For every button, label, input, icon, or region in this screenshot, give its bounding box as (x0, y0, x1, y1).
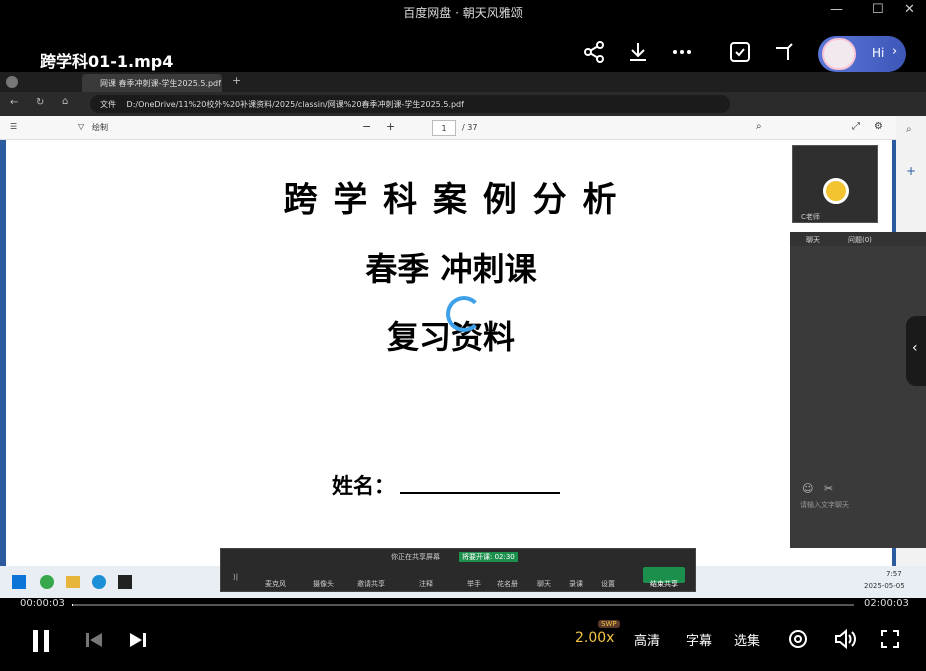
loop-icon[interactable] (788, 629, 808, 649)
clock-time: 7:57 (886, 570, 902, 578)
app-title-bar: 百度网盘 · 朝天风雅颂 — ☐ ✕ (0, 0, 926, 24)
chevron-left-icon: ‹ (912, 340, 918, 356)
doc-heading-1: 跨 学 科 案 例 分 析 (283, 180, 619, 220)
sidebar-add-icon[interactable]: + (906, 164, 916, 178)
ie-icon[interactable] (40, 575, 54, 589)
elapsed-time: 00:00:03 (20, 598, 65, 609)
name-underline (400, 492, 560, 494)
name-label: 姓名： (332, 474, 395, 498)
toolbar-share[interactable]: 邀请共享 (357, 579, 385, 589)
close-icon[interactable]: ✕ (904, 2, 915, 17)
progress-fill (72, 604, 73, 606)
chat-panel: 聊天 问题(0) ☺ ✂ 请输入文字聊天 (790, 232, 926, 548)
pause-icon[interactable] (30, 628, 52, 654)
fullscreen-icon[interactable] (880, 629, 900, 649)
profile-icon (6, 76, 18, 88)
url-field[interactable]: 文件 D:/OneDrive/11%20校外%20补课资料/2025/class… (90, 95, 730, 113)
home-icon[interactable]: ⌂ (62, 96, 68, 107)
end-share-label: 结束共享 (650, 580, 678, 588)
sidebar-search-icon[interactable]: ⌕ (906, 124, 912, 135)
search-icon[interactable]: ⌕ (756, 121, 762, 132)
player-header: 跨学科01-1.mp4 Hi › (0, 24, 926, 72)
window-title: 百度网盘 · 朝天风雅颂 (403, 6, 523, 20)
progress-row: 00:00:03 02:00:03 (0, 598, 926, 612)
toolbar-camera[interactable]: 摄像头 (313, 579, 334, 589)
emoji-icon[interactable]: ☺ (802, 482, 813, 495)
fullscreen-pdf-icon[interactable]: ⤢ (852, 121, 860, 132)
player-controls: SWP 2.00x 高清 字幕 选集 (0, 612, 926, 671)
maximize-icon[interactable]: ☐ (872, 2, 884, 17)
browser-tab-bar: 网课 春季冲刺课-学生2025.5.pdf + (0, 72, 926, 92)
chat-input[interactable]: 请输入文字聊天 (800, 500, 849, 510)
folder-icon[interactable] (66, 576, 80, 588)
zoom-out-icon[interactable]: − (362, 120, 371, 133)
url-prefix: 文件 (100, 100, 116, 109)
share-icon[interactable] (582, 40, 606, 64)
page-total: / 37 (462, 123, 478, 132)
quality-button[interactable]: 高清 (634, 630, 660, 649)
teacher-avatar (823, 178, 849, 204)
side-panel-toggle[interactable]: ‹ (906, 316, 926, 386)
clock-date: 2025-05-05 (864, 582, 905, 590)
more-icon[interactable] (670, 40, 694, 64)
screen-share-bar: 你正在共享屏幕 将要开课: 02:30 ⟩| 麦克风 摄像头 邀请共享 注释 举… (220, 548, 696, 592)
minimize-icon[interactable]: — (830, 2, 843, 17)
end-share-button[interactable]: 结束共享 (643, 567, 685, 588)
new-tab-icon[interactable]: + (232, 74, 241, 87)
ai-assistant-button[interactable]: Hi › (818, 36, 906, 72)
draw-label[interactable]: 绘制 (92, 122, 108, 133)
volume-icon[interactable] (834, 629, 856, 649)
next-icon[interactable] (128, 631, 148, 649)
teacher-name: C老师 (801, 213, 820, 221)
browser-tab[interactable]: 网课 春季冲刺课-学生2025.5.pdf (82, 74, 222, 92)
window-icon[interactable] (772, 40, 796, 64)
screenshot-icon[interactable] (728, 40, 752, 64)
total-time: 02:00:03 (864, 598, 909, 609)
doc-heading-2: 春季 冲刺课 (365, 250, 537, 288)
progress-track[interactable] (72, 604, 854, 606)
settings-icon[interactable]: ⚙ (874, 121, 883, 132)
episodes-button[interactable]: 选集 (734, 630, 760, 649)
file-title: 跨学科01-1.mp4 (40, 52, 174, 71)
avatar (822, 38, 856, 70)
back-icon[interactable]: ← (10, 97, 18, 108)
toolbar-settings[interactable]: 设置 (601, 579, 615, 589)
windows-start-icon[interactable] (12, 575, 26, 589)
video-frame[interactable]: 网课 春季冲刺课-学生2025.5.pdf + ← ↻ ⌂ 文件 D:/OneD… (0, 72, 926, 598)
contents-icon[interactable]: ☰ (10, 122, 17, 131)
collapse-icon[interactable]: ⟩| (233, 573, 238, 581)
tab-title: 网课 春季冲刺课-学生2025.5.pdf (100, 79, 221, 88)
toolbar-mic[interactable]: 麦克风 (265, 579, 286, 589)
url-text: D:/OneDrive/11%20校外%20补课资料/2025/classin/… (126, 100, 464, 109)
loading-spinner (446, 296, 482, 332)
edge-icon[interactable] (92, 575, 106, 589)
pdf-toolbar: ☰ ▽ 绘制 − + 1 / 37 ⌕ ⤢ ⚙ (0, 116, 896, 140)
teacher-camera: C老师 (792, 145, 878, 223)
toolbar-annotate[interactable]: 注释 (419, 579, 433, 589)
zoom-in-icon[interactable]: + (386, 120, 395, 133)
toolbar-roster[interactable]: 花名册 (497, 579, 518, 589)
browser-address-bar: ← ↻ ⌂ 文件 D:/OneDrive/11%20校外%20补课资料/2025… (0, 92, 926, 116)
chat-tabs: 聊天 问题(0) (790, 232, 926, 246)
pdf-page: 跨 学 科 案 例 分 析 春季 冲刺课 复习资料 姓名： (6, 140, 892, 566)
tab-questions[interactable]: 问题(0) (848, 235, 872, 245)
tab-chat[interactable]: 聊天 (806, 235, 820, 245)
toolbar-chat[interactable]: 聊天 (537, 579, 551, 589)
class-timer: 将要开课: 02:30 (459, 552, 518, 562)
draw-icon[interactable]: ▽ (78, 122, 84, 131)
swp-badge: SWP (598, 620, 620, 628)
toolbar-hand[interactable]: 举手 (467, 579, 481, 589)
speed-button[interactable]: 2.00x (575, 630, 614, 646)
download-icon[interactable] (626, 40, 650, 64)
hi-label: Hi (872, 46, 885, 60)
subtitles-button[interactable]: 字幕 (686, 630, 712, 649)
app-icon[interactable] (118, 575, 132, 589)
chevron-right-icon: › (892, 44, 898, 59)
reload-icon[interactable]: ↻ (36, 97, 44, 108)
toolbar-record[interactable]: 录课 (569, 579, 583, 589)
share-status: 你正在共享屏幕 (391, 553, 440, 561)
page-number-input[interactable]: 1 (432, 120, 456, 136)
scissors-icon[interactable]: ✂ (824, 482, 833, 495)
previous-icon[interactable] (84, 631, 104, 649)
